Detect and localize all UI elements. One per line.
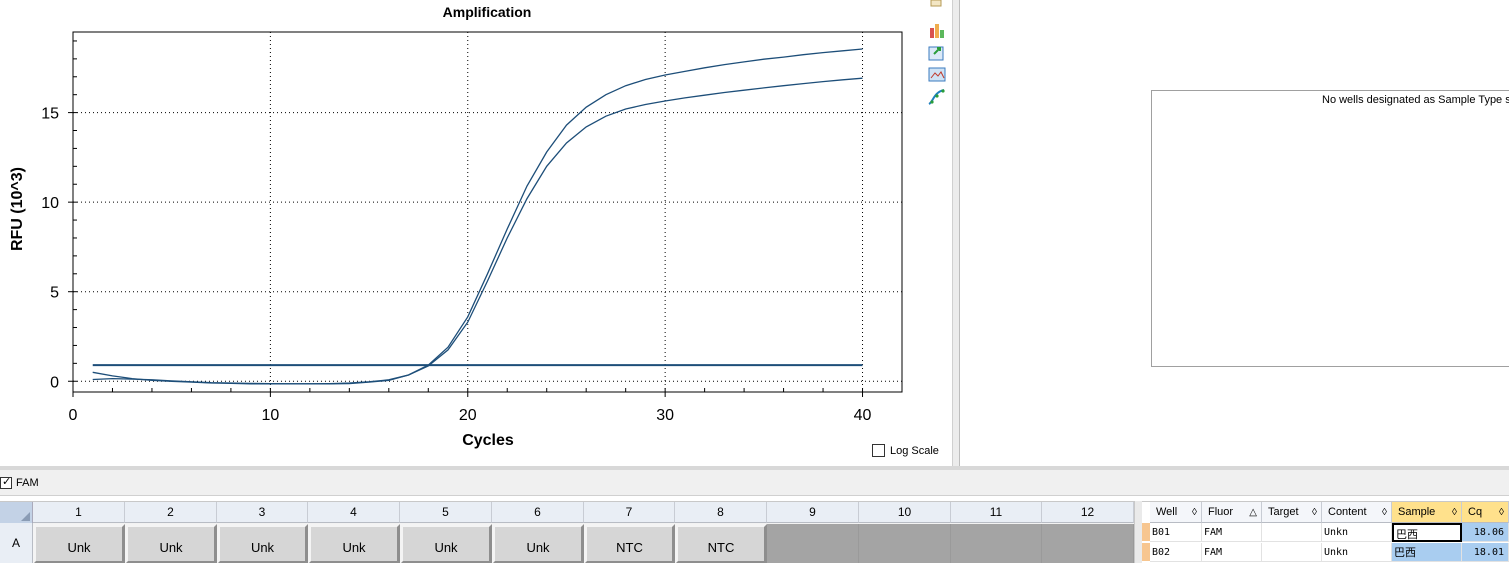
column-header-target[interactable]: Target ◊ — [1262, 502, 1322, 523]
x-tick-label: 0 — [69, 407, 78, 424]
export-icon[interactable] — [928, 44, 946, 62]
x-tick-label: 40 — [854, 407, 872, 424]
well-results-table: Well ◊ Fluor △ Target ◊ Content ◊ Sample ◊ Cq… — [1142, 501, 1509, 563]
column-header-content[interactable]: Content ◊ — [1322, 502, 1392, 523]
sort-ascending-icon: △ — [1249, 507, 1257, 518]
column-header-10[interactable]: 10 — [859, 502, 951, 523]
chart-title: Amplification — [442, 4, 532, 20]
x-tick-label: 30 — [656, 407, 674, 424]
column-header-cq[interactable]: Cq ◊ — [1462, 502, 1509, 523]
plate-well[interactable]: Unk — [308, 524, 400, 563]
cell-content[interactable]: Unkn — [1322, 543, 1392, 562]
chart-toolbar — [926, 0, 948, 110]
y-tick-label: 15 — [41, 106, 59, 123]
y-axis-label: RFU (10^3) — [9, 166, 26, 252]
curve-icon[interactable] — [928, 88, 946, 106]
amplification-chart: 0 10 20 30 40 0 5 10 15 — [41, 31, 903, 424]
no-wells-message: No wells designated as Sample Type sta — [1322, 94, 1509, 106]
log-scale-toggle[interactable]: Log Scale — [872, 444, 939, 457]
plate-well-empty[interactable] — [767, 524, 859, 563]
sort-icon: ◊ — [1192, 507, 1197, 518]
fluorophore-bar: FAM — [0, 470, 1509, 496]
log-scale-checkbox[interactable] — [872, 444, 885, 457]
sort-icon: ◊ — [1499, 507, 1504, 518]
column-header-sample[interactable]: Sample ◊ — [1392, 502, 1462, 523]
plate-well[interactable]: Unk — [400, 524, 492, 563]
row-marker[interactable] — [1142, 543, 1150, 562]
x-tick-label: 20 — [459, 407, 477, 424]
plate-well[interactable]: Unk — [125, 524, 217, 563]
column-header-6[interactable]: 6 — [492, 502, 584, 523]
cell-target[interactable] — [1262, 543, 1322, 562]
copy-icon[interactable] — [928, 0, 946, 18]
cell-fluor[interactable]: FAM — [1202, 543, 1262, 562]
cell-cq[interactable]: 18.06 — [1462, 523, 1509, 542]
cell-sample-editing[interactable]: 巴西 — [1392, 523, 1462, 542]
cell-fluor[interactable]: FAM — [1202, 523, 1262, 542]
row-marker[interactable] — [1142, 523, 1150, 542]
column-header-1[interactable]: 1 — [33, 502, 125, 523]
column-header-2[interactable]: 2 — [125, 502, 217, 523]
fam-label: FAM — [16, 476, 39, 489]
standard-curve-panel: No wells designated as Sample Type sta — [960, 0, 1509, 468]
column-header-fluor[interactable]: Fluor △ — [1202, 502, 1262, 523]
plate-well-empty[interactable] — [859, 524, 951, 563]
column-header-3[interactable]: 3 — [217, 502, 308, 523]
amplification-chart-panel: 0 10 20 30 40 0 5 10 15 Amplification Cycles RFU… — [0, 0, 952, 468]
column-header-5[interactable]: 5 — [400, 502, 492, 523]
row-header-a[interactable]: A — [0, 523, 33, 563]
table-splitter[interactable] — [1134, 501, 1142, 563]
select-all-corner[interactable] — [0, 502, 33, 523]
column-header-9[interactable]: 9 — [767, 502, 859, 523]
plate-well[interactable]: NTC — [675, 524, 767, 563]
column-header-8[interactable]: 8 — [675, 502, 767, 523]
plate-well-empty[interactable] — [951, 524, 1042, 563]
cell-well[interactable]: B01 — [1150, 523, 1202, 542]
y-tick-label: 5 — [50, 285, 59, 302]
column-header-well[interactable]: Well ◊ — [1150, 502, 1202, 523]
fam-checkbox[interactable] — [0, 475, 12, 489]
column-header-12[interactable]: 12 — [1042, 502, 1134, 523]
column-header-4[interactable]: 4 — [308, 502, 400, 523]
x-tick-label: 10 — [261, 407, 279, 424]
column-header-11[interactable]: 11 — [951, 502, 1042, 523]
standard-curve-box: No wells designated as Sample Type sta — [1151, 90, 1509, 367]
sort-icon: ◊ — [1382, 507, 1387, 518]
cell-well[interactable]: B02 — [1150, 543, 1202, 562]
image-icon[interactable] — [928, 66, 946, 84]
log-scale-label: Log Scale — [890, 444, 939, 457]
plate-grid: 1 2 3 4 5 6 7 8 9 10 11 12 A Unk Unk Unk Unk Unk Unk NTC N… — [0, 501, 1134, 563]
panel-splitter[interactable] — [952, 0, 960, 468]
cell-sample[interactable]: 巴西 — [1392, 543, 1462, 562]
chart-type-icon[interactable] — [928, 22, 946, 40]
column-header-7[interactable]: 7 — [584, 502, 675, 523]
cell-cq[interactable]: 18.01 — [1462, 543, 1509, 562]
plate-well[interactable]: Unk — [217, 524, 308, 563]
cell-target[interactable] — [1262, 523, 1322, 542]
sort-icon: ◊ — [1312, 507, 1317, 518]
cell-content[interactable]: Unkn — [1322, 523, 1392, 542]
y-tick-label: 0 — [50, 374, 59, 391]
plate-well[interactable]: Unk — [33, 524, 125, 563]
plate-well[interactable]: NTC — [584, 524, 675, 563]
y-tick-label: 10 — [41, 195, 59, 212]
plate-well-empty[interactable] — [1042, 524, 1134, 563]
x-axis-label: Cycles — [462, 432, 514, 449]
sort-icon: ◊ — [1452, 507, 1457, 518]
plate-well[interactable]: Unk — [492, 524, 584, 563]
